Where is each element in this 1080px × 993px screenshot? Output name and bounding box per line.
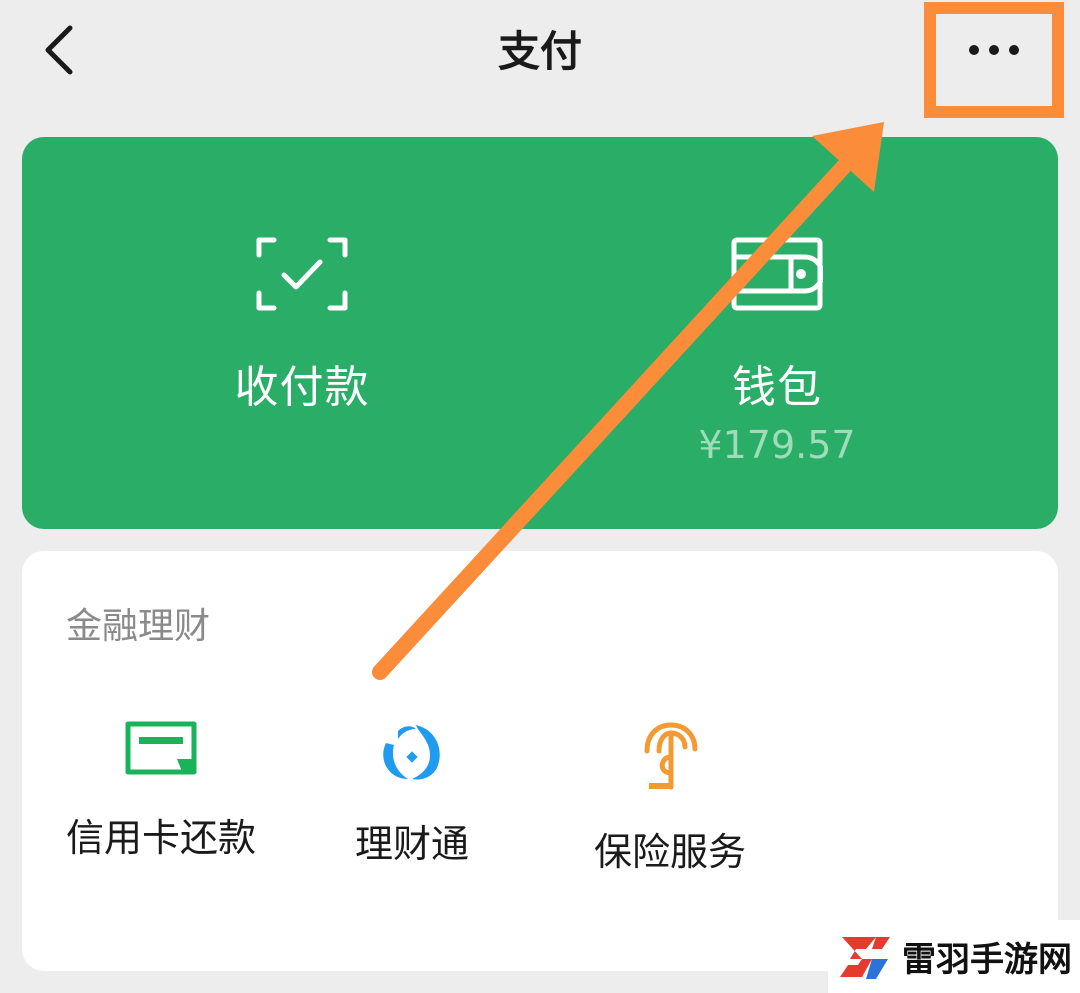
receive-pay-button[interactable]: 收付款: [172, 237, 432, 415]
wallet-button[interactable]: 钱包 ¥179.57: [647, 237, 907, 467]
wallet-balance: ¥179.57: [698, 423, 856, 467]
finance-section: 金融理财 信用卡还款 理财通 保险服务: [22, 551, 1058, 971]
wallet-label: 钱包: [732, 362, 822, 413]
more-icon: [969, 45, 1019, 55]
page-title: 支付: [497, 27, 582, 76]
payment-card: 收付款 钱包 ¥179.57: [22, 137, 1058, 529]
section-title: 金融理财: [66, 606, 211, 647]
licaitong-icon: [383, 725, 440, 780]
watermark: 雷羽手游网: [828, 920, 1080, 993]
watermark-logo-icon: [840, 936, 890, 979]
more-options-button[interactable]: [924, 2, 1064, 118]
credit-card-repay-button[interactable]: 信用卡还款: [66, 721, 256, 862]
service-label: 信用卡还款: [66, 816, 257, 860]
insurance-button[interactable]: 保险服务: [590, 721, 750, 876]
receive-pay-label: 收付款: [234, 362, 370, 413]
licaitong-button[interactable]: 理财通: [352, 721, 472, 868]
insurance-icon: [644, 722, 698, 790]
payment-page: 支付 收付款 钱包 ¥179.57 金融理财 信用卡还款 理财通 保险服务 雷羽…: [0, 0, 1080, 993]
top-bar: 支付: [0, 0, 1080, 118]
wallet-icon: [731, 237, 823, 311]
service-label: 保险服务: [593, 830, 746, 874]
service-label: 理财通: [354, 822, 469, 866]
credit-card-icon: [125, 721, 197, 775]
scan-check-icon: [256, 237, 348, 311]
watermark-text: 雷羽手游网: [902, 940, 1072, 980]
